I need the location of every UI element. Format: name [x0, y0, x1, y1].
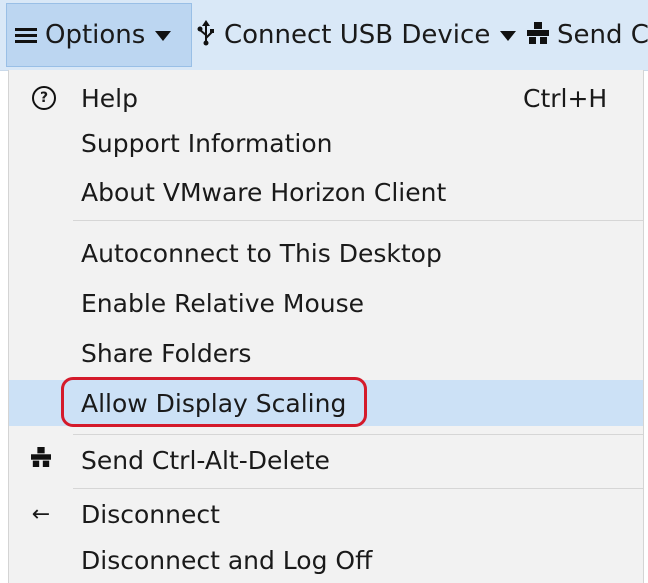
options-label: Options — [45, 20, 146, 50]
usb-icon — [196, 20, 216, 50]
menu-item-disconnect-and-log-off[interactable]: Disconnect and Log Off — [9, 537, 643, 583]
menu-item-send-ctrl-alt-delete[interactable]: Send Ctrl-Alt-Delete — [9, 437, 643, 483]
chevron-down-icon — [500, 31, 517, 41]
shortcut-label: Ctrl+H — [523, 83, 608, 113]
menu-separator — [73, 488, 643, 489]
menu-item-label: About VMware Horizon Client — [81, 177, 447, 207]
menu-item-label: Disconnect — [81, 499, 220, 529]
menu-item-label: Enable Relative Mouse — [81, 288, 364, 318]
menu-item-label: Share Folders — [81, 338, 252, 368]
options-dropdown-menu: ? Help Ctrl+H Support Information About … — [8, 70, 644, 583]
ctrl-alt-del-icon — [527, 22, 549, 48]
chevron-down-icon — [155, 31, 172, 41]
menu-item-label: Help — [81, 83, 138, 113]
menu-item-about[interactable]: About VMware Horizon Client — [9, 169, 643, 215]
menu-item-label: Disconnect and Log Off — [81, 545, 373, 575]
menu-separator — [73, 434, 643, 435]
send-label: Send C — [557, 20, 648, 50]
arrow-left-icon: ← — [31, 501, 51, 527]
help-circle-icon: ? — [32, 86, 56, 110]
menu-item-support-information[interactable]: Support Information — [9, 120, 643, 166]
menu-item-disconnect[interactable]: ← Disconnect — [9, 491, 643, 537]
menu-item-enable-relative-mouse[interactable]: Enable Relative Mouse — [9, 280, 643, 326]
options-menu-button[interactable]: Options — [6, 3, 192, 67]
menu-item-allow-display-scaling[interactable]: Allow Display Scaling — [9, 380, 643, 426]
horizon-client-window: Options Connect USB Device Send C ? Help… — [0, 0, 648, 583]
toolbar: Options Connect USB Device Send C — [0, 0, 648, 71]
connect-usb-device-button[interactable]: Connect USB Device — [196, 0, 517, 70]
menu-item-label: Send Ctrl-Alt-Delete — [81, 445, 330, 475]
menu-item-autoconnect[interactable]: Autoconnect to This Desktop — [9, 230, 643, 276]
menu-item-share-folders[interactable]: Share Folders — [9, 330, 643, 376]
menu-item-label: Allow Display Scaling — [81, 388, 347, 418]
send-ctrl-alt-del-button[interactable]: Send C — [527, 0, 648, 70]
menu-item-help[interactable]: ? Help Ctrl+H — [9, 75, 643, 121]
menu-item-label: Autoconnect to This Desktop — [81, 238, 442, 268]
ctrl-alt-del-icon — [29, 447, 53, 473]
connect-usb-label: Connect USB Device — [224, 20, 491, 50]
hamburger-icon — [15, 26, 39, 44]
menu-separator — [73, 220, 643, 221]
menu-item-label: Support Information — [81, 128, 333, 158]
